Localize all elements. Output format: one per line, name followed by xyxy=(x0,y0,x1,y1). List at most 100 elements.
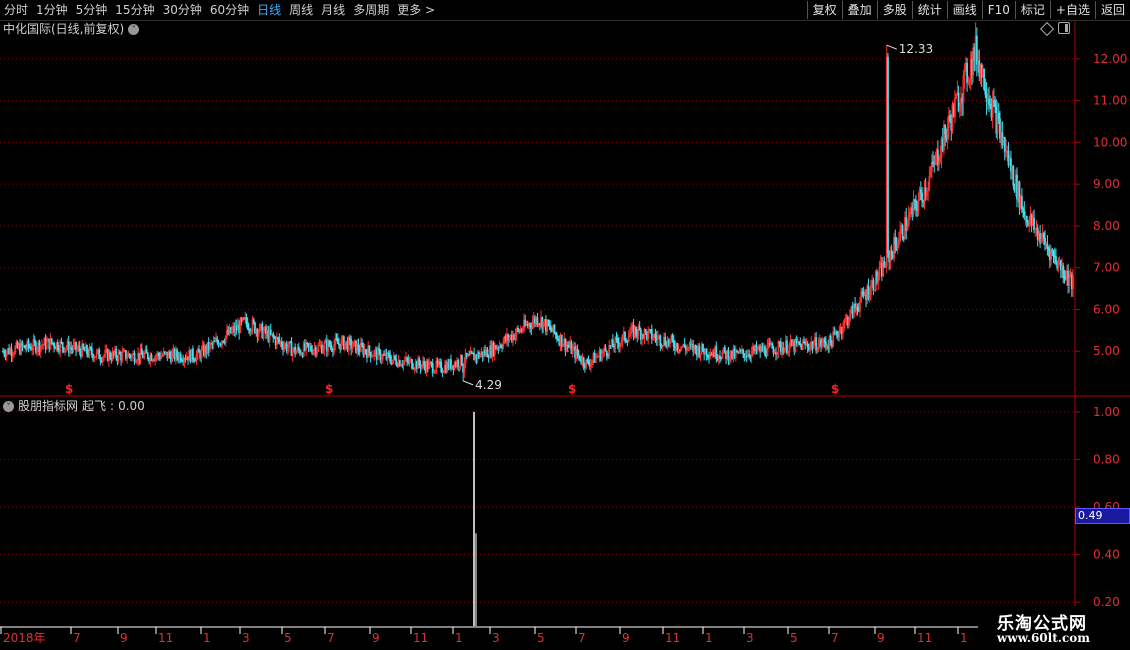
candle-body xyxy=(336,339,339,345)
low-pointer xyxy=(462,380,474,386)
candle-body xyxy=(328,340,331,347)
candle-body xyxy=(966,62,968,83)
candle-body xyxy=(856,306,859,311)
candle-body xyxy=(368,345,371,353)
candle-body xyxy=(702,343,704,352)
candle-body xyxy=(683,343,686,348)
chart-tools xyxy=(1039,21,1070,37)
candle-body xyxy=(378,348,381,351)
candle-body xyxy=(361,342,364,347)
candle-body xyxy=(676,343,679,351)
candle-body xyxy=(86,345,88,354)
candle-body xyxy=(98,349,101,360)
candle-body xyxy=(364,349,367,353)
candle-body xyxy=(944,124,947,135)
candle-body xyxy=(659,335,662,346)
kline-chart[interactable]: 12.0011.0010.009.008.007.006.005.004.291… xyxy=(0,0,1130,650)
candle-body xyxy=(61,342,64,348)
candle-body xyxy=(624,331,626,342)
y-tick-label: 9.00 xyxy=(1093,177,1120,191)
x-tick-label: 9 xyxy=(622,631,630,645)
diamond-icon[interactable] xyxy=(1039,21,1055,37)
candle-body xyxy=(644,329,647,333)
candle-body xyxy=(56,342,59,351)
candle-body xyxy=(672,339,675,347)
candle-body xyxy=(1012,166,1015,186)
candle-body xyxy=(1003,137,1006,153)
candle-body xyxy=(157,352,160,357)
candle-body xyxy=(764,346,766,356)
candle-body xyxy=(1052,251,1055,257)
candle-body xyxy=(1022,208,1024,212)
x-tick-label: 5 xyxy=(284,631,292,645)
candle-body xyxy=(330,345,333,351)
candle-body xyxy=(179,353,182,362)
signal-marker: $ xyxy=(65,382,73,396)
candle-body xyxy=(310,345,312,351)
candle-body xyxy=(440,362,443,372)
candle-body xyxy=(806,343,809,348)
candle-body xyxy=(529,323,531,327)
indicator-name: 起飞 xyxy=(82,399,107,413)
candle-body xyxy=(901,225,904,239)
candle-body xyxy=(140,348,143,355)
candle-body xyxy=(246,322,249,330)
candle-body xyxy=(395,358,398,365)
candle-body xyxy=(994,100,996,107)
candle-body xyxy=(705,348,708,357)
candle-body xyxy=(576,348,579,356)
chevron-down-icon[interactable]: ˅ xyxy=(3,400,14,412)
candle-body xyxy=(988,98,990,105)
candle-body xyxy=(997,112,1000,120)
signal-marker: $ xyxy=(568,382,576,396)
x-tick-label: 1 xyxy=(705,631,713,645)
candle-body xyxy=(547,319,550,326)
indicator-value: 0.00 xyxy=(118,399,145,413)
candle-body xyxy=(604,347,607,352)
candle-body xyxy=(549,325,552,331)
chevron-down-icon[interactable]: ˅ xyxy=(128,23,140,35)
indicator-y-label: 0.40 xyxy=(1093,548,1120,562)
candle-body xyxy=(252,319,255,323)
candle-body xyxy=(1020,196,1023,209)
x-tick-label: 1 xyxy=(455,631,463,645)
candle-body xyxy=(611,339,614,348)
candle-body xyxy=(168,352,171,356)
panel-toggle-icon[interactable] xyxy=(1058,22,1070,34)
x-tick-label: 9 xyxy=(120,631,128,645)
indicator-y-label: 1.00 xyxy=(1093,405,1120,419)
candle-body xyxy=(786,340,788,354)
high-pointer xyxy=(886,44,897,50)
signal-marker: $ xyxy=(325,382,333,396)
candle-body xyxy=(975,35,978,65)
candle-body xyxy=(146,352,149,360)
indicator-source: 股朋指标网 xyxy=(18,399,79,413)
candle-body xyxy=(145,349,148,354)
current-value-tag: 0.49 xyxy=(1075,508,1130,524)
candle-body xyxy=(582,357,585,366)
y-tick-label: 7.00 xyxy=(1093,261,1120,275)
candle-body xyxy=(815,337,818,352)
candle-body xyxy=(461,354,463,365)
indicator-y-label: 0.80 xyxy=(1093,452,1120,466)
candle-body xyxy=(387,352,390,356)
candle-body xyxy=(1042,233,1045,239)
candle-body xyxy=(823,338,826,343)
candle-body xyxy=(723,347,726,352)
candle-body xyxy=(431,363,434,373)
y-tick-label: 11.00 xyxy=(1093,94,1127,108)
candle-body xyxy=(638,326,641,331)
candle-body xyxy=(654,334,657,338)
candle-body xyxy=(650,329,653,340)
candle-body xyxy=(984,89,987,95)
x-tick-label: 3 xyxy=(746,631,754,645)
x-tick-label: 7 xyxy=(831,631,839,645)
candle-body xyxy=(919,189,922,194)
y-tick-label: 10.00 xyxy=(1093,135,1127,149)
candle-body xyxy=(587,359,590,365)
candle-body xyxy=(191,348,194,360)
x-tick-label: 3 xyxy=(242,631,250,645)
candle-body xyxy=(389,354,391,361)
candle-body xyxy=(33,339,36,343)
low-label: 4.29 xyxy=(475,378,502,392)
